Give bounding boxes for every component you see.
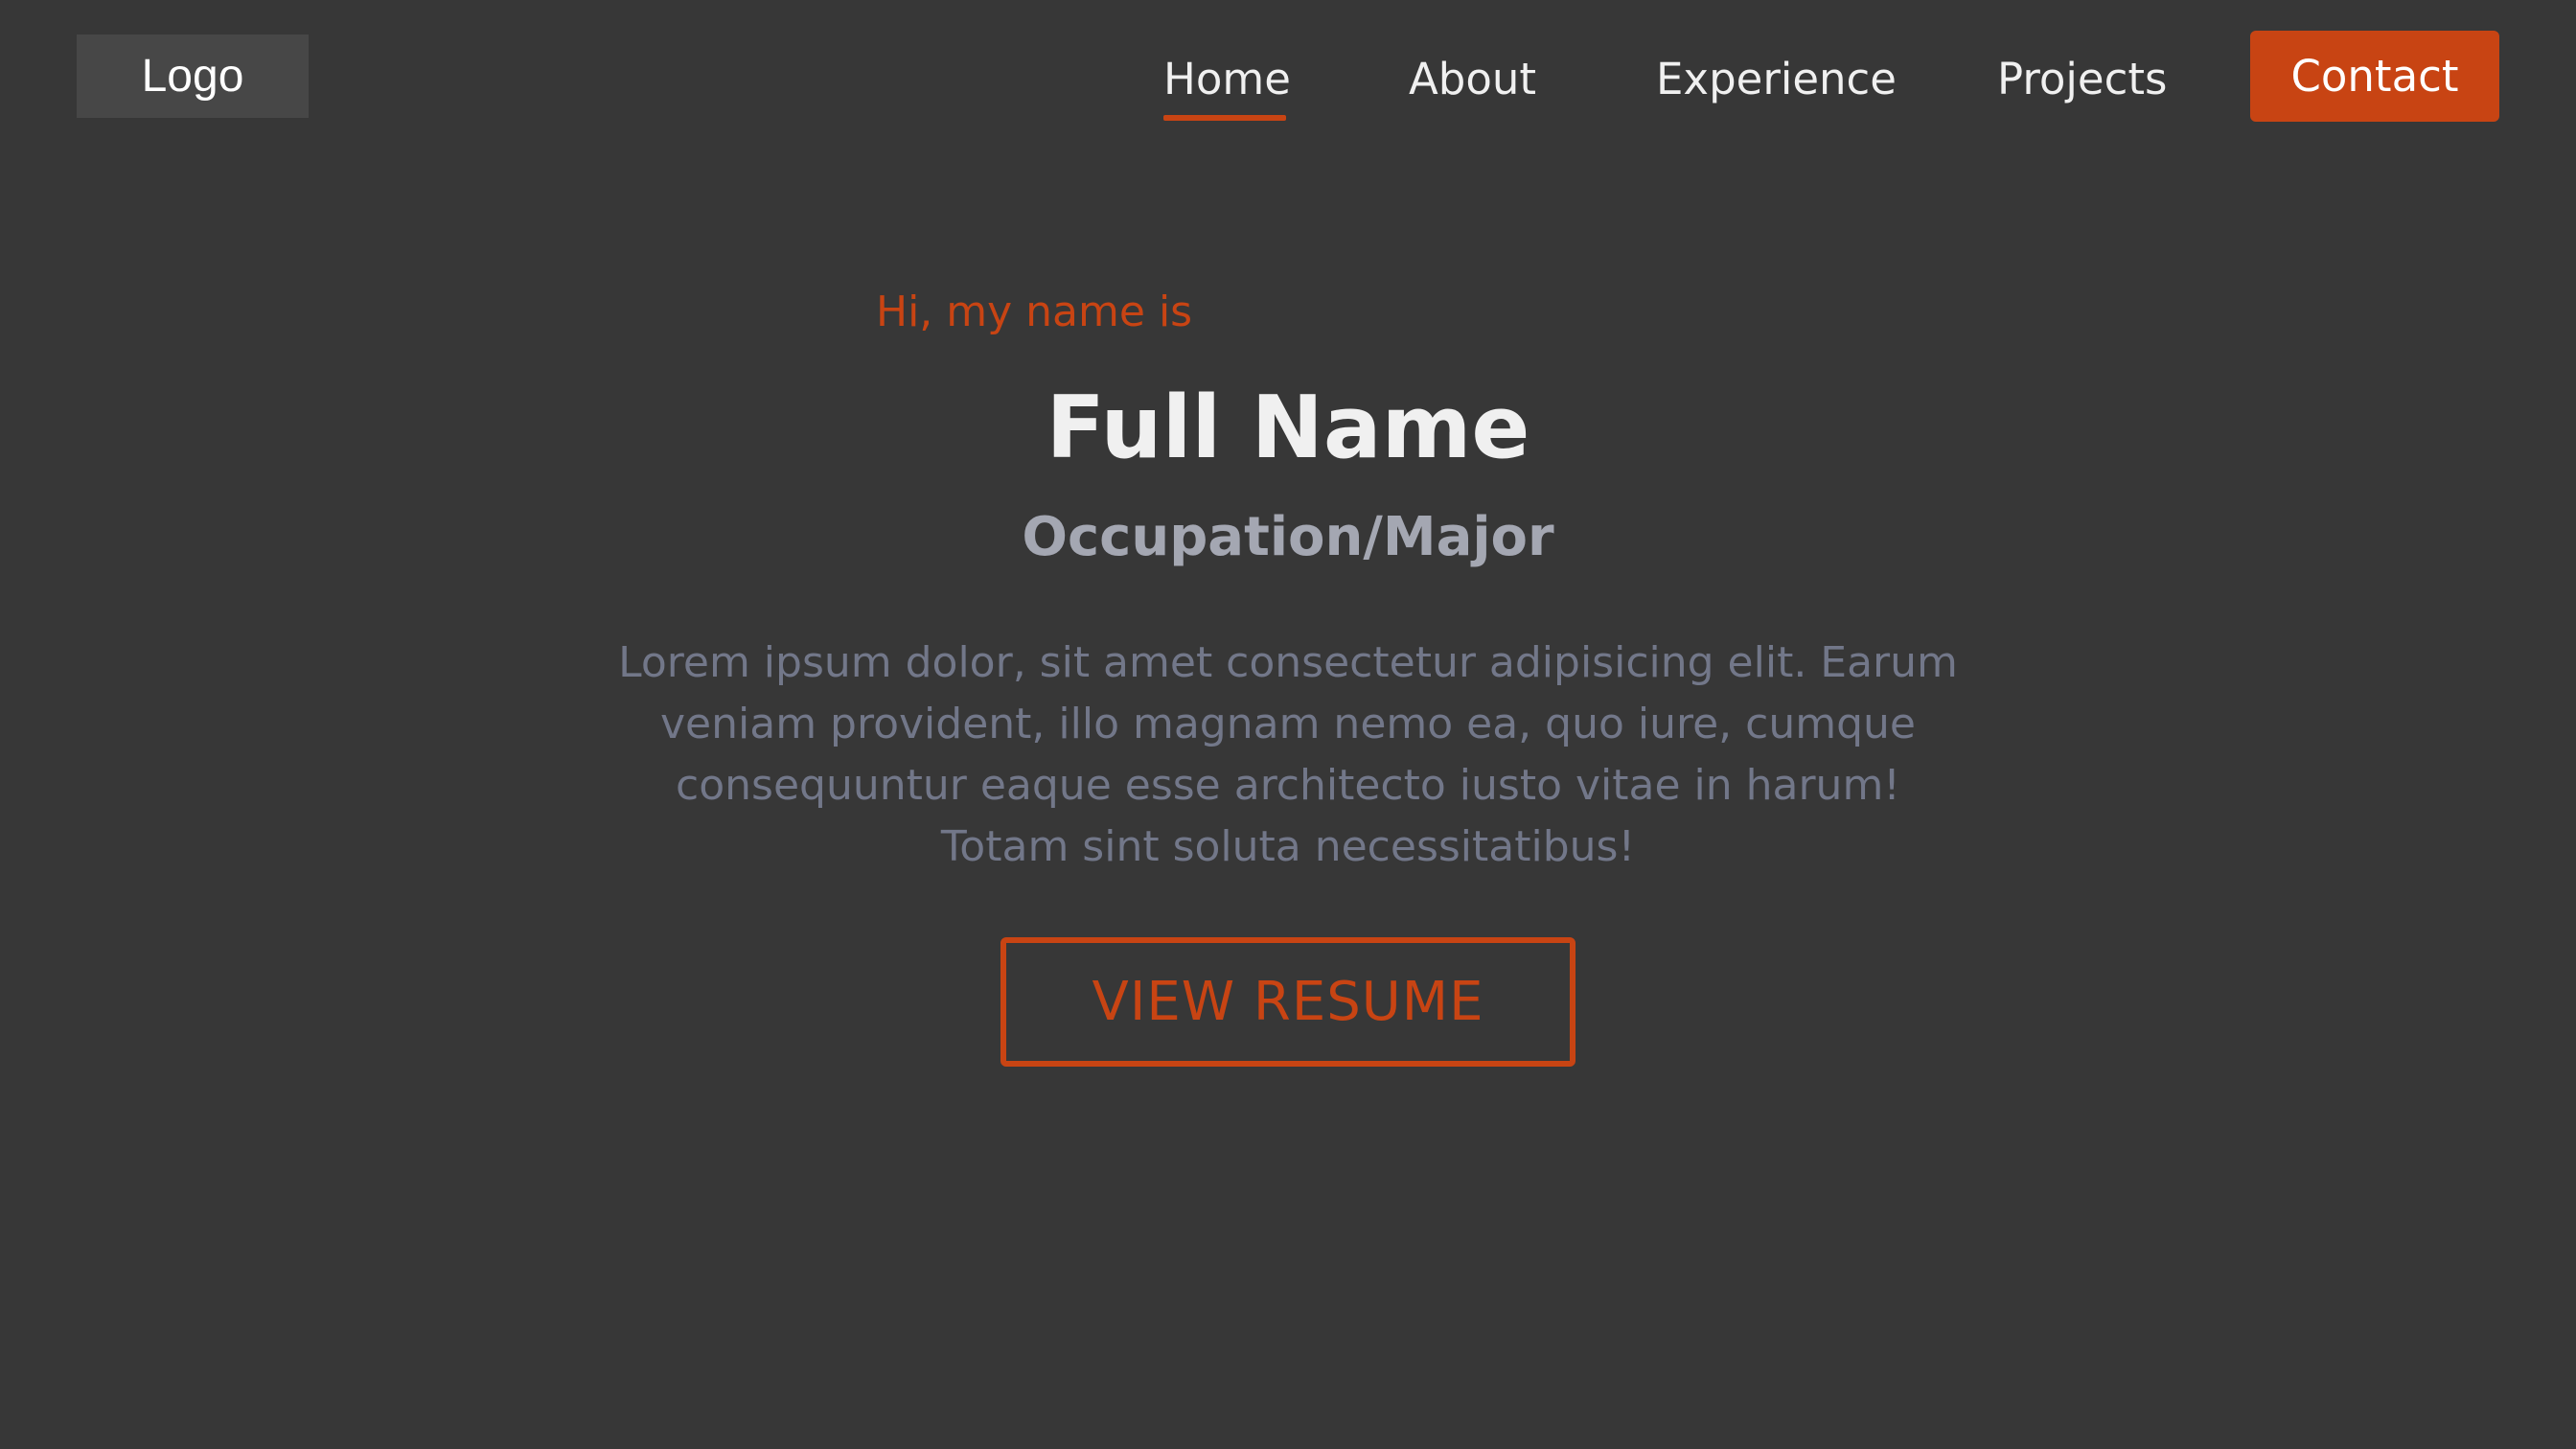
occupation-subheading: Occupation/Major	[1022, 506, 1554, 568]
view-resume-button[interactable]: VIEW RESUME	[1000, 937, 1576, 1067]
top-navbar: Logo Home About Experience Projects Cont…	[0, 0, 2576, 153]
nav-link-home[interactable]: Home	[1163, 48, 1291, 121]
greeting-text: Hi, my name is	[876, 288, 1193, 336]
nav-link-projects[interactable]: Projects	[1997, 48, 2167, 111]
portfolio-page: Logo Home About Experience Projects Cont…	[0, 0, 2576, 1449]
nav-link-experience[interactable]: Experience	[1656, 48, 1897, 111]
bio-paragraph: Lorem ipsum dolor, sit amet consectetur …	[618, 638, 1958, 871]
logo[interactable]: Logo	[77, 34, 309, 118]
contact-button[interactable]: Contact	[2250, 31, 2499, 122]
full-name-heading: Full Name	[1046, 378, 1530, 478]
nav-link-about[interactable]: About	[1409, 48, 1536, 111]
